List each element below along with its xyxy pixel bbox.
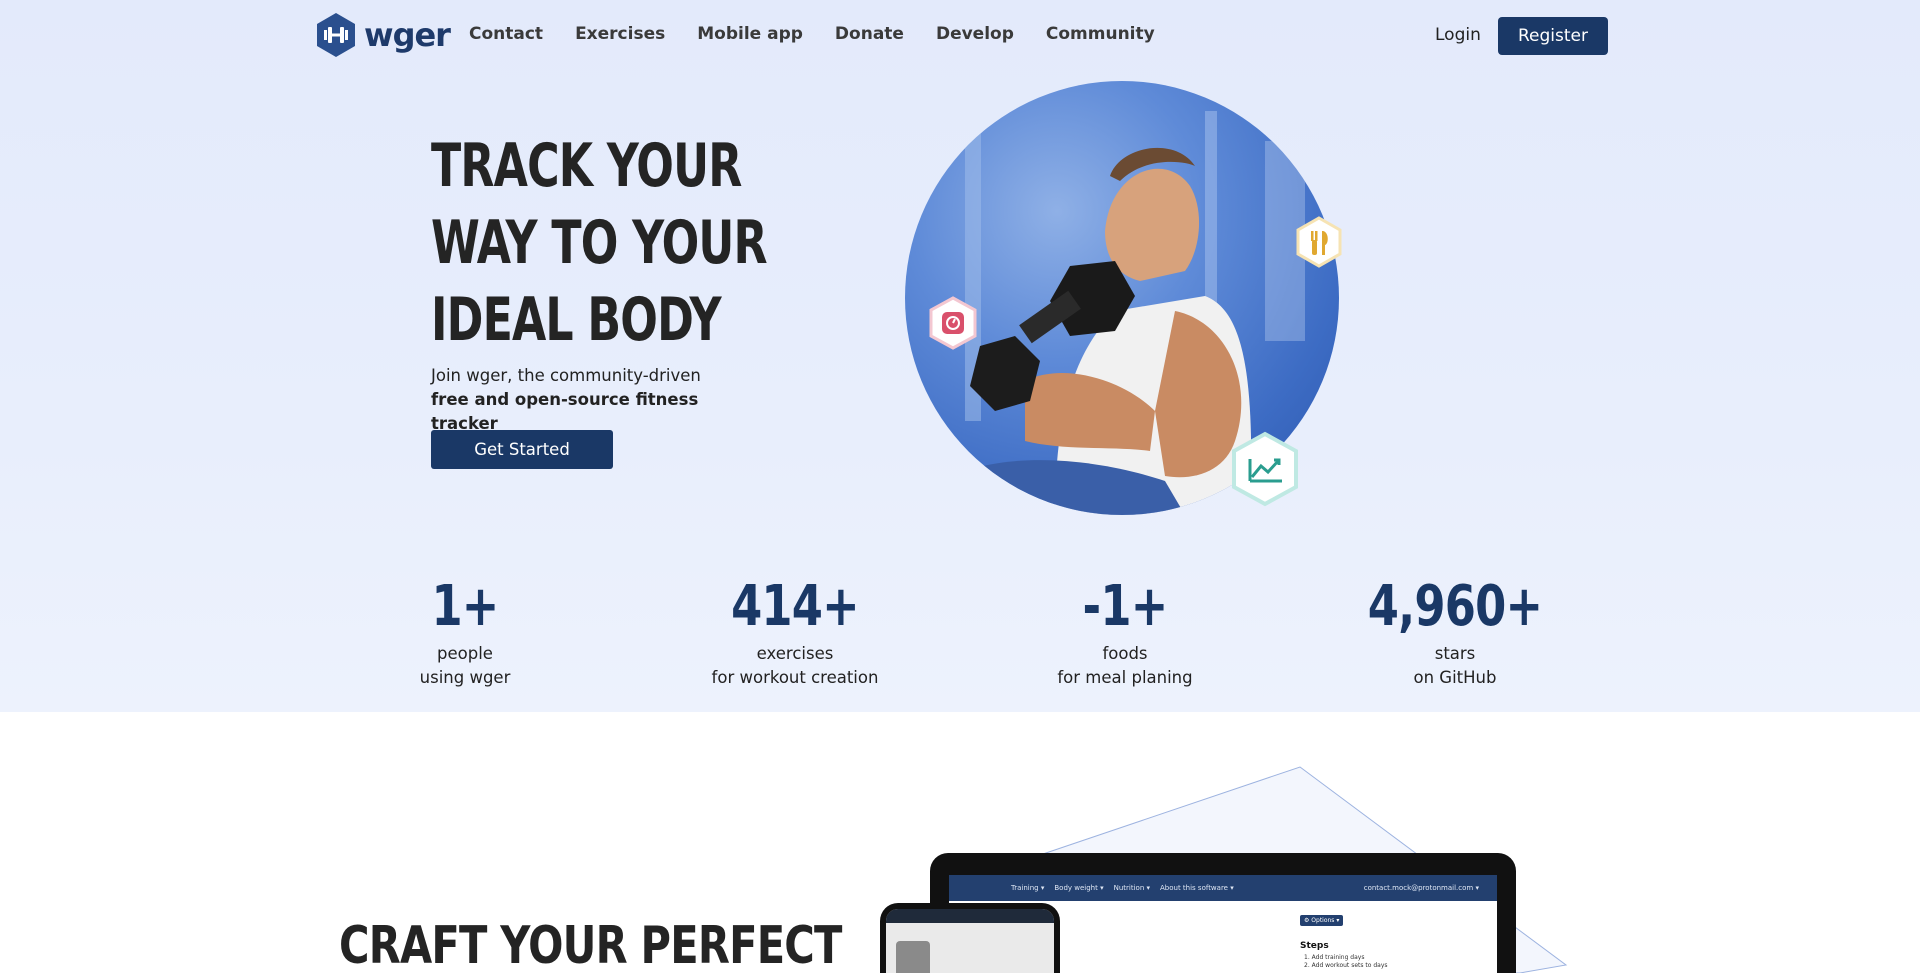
- login-link[interactable]: Login: [1435, 25, 1481, 45]
- preview-menu-nutrition: Nutrition ▾: [1113, 884, 1150, 892]
- hero-image: [905, 81, 1342, 515]
- stat-value: 1+: [431, 574, 499, 639]
- nav-develop[interactable]: Develop: [936, 24, 1014, 44]
- stat-caption: for workout creation: [711, 668, 879, 687]
- phone-screen: [886, 909, 1054, 973]
- nav-donate[interactable]: Donate: [835, 24, 904, 44]
- section-title: Craft your perfect: [339, 916, 842, 973]
- phone-mockup: [880, 903, 1060, 973]
- preview-menu-body-weight: Body weight ▾: [1054, 884, 1104, 892]
- timer-icon: [929, 296, 977, 350]
- nav-exercises[interactable]: Exercises: [575, 24, 665, 44]
- hero-headline-line: way to your: [431, 208, 768, 278]
- hero-headline-line: ideal body: [431, 285, 722, 355]
- preview-user-email: contact.mock@protonmail.com ▾: [1363, 884, 1479, 892]
- brand-name: wger: [364, 16, 451, 54]
- progress-badge: [1230, 431, 1300, 507]
- stat-label: foods: [1102, 644, 1148, 663]
- nav-mobile-app[interactable]: Mobile app: [697, 24, 803, 44]
- stat-people: 1+ people using wger: [335, 572, 595, 690]
- stat-caption: for meal planing: [1057, 668, 1193, 687]
- preview-steps-list: 1. Add training days 2. Add workout sets…: [1304, 954, 1388, 970]
- stat-value: -1+: [1082, 574, 1169, 639]
- preview-steps-title: Steps: [1300, 941, 1329, 951]
- preview-step: 2. Add workout sets to days: [1304, 962, 1388, 969]
- preview-options-button: ⚙ Options ▾: [1300, 915, 1344, 926]
- stat-label: stars: [1434, 644, 1476, 663]
- hero-headline-line: Track your: [431, 131, 742, 201]
- stat-github-stars: 4,960+ stars on GitHub: [1325, 572, 1585, 690]
- hero-subtext-bold: free and open-source fitness tracker: [431, 390, 699, 433]
- app-navbar-preview: Training ▾ Body weight ▾ Nutrition ▾ Abo…: [949, 875, 1497, 901]
- hero-subtext: Join wger, the community-driven free and…: [431, 364, 731, 436]
- timer-badge: [928, 296, 978, 350]
- food-badge: [1295, 216, 1343, 268]
- stat-value: 4,960+: [1367, 574, 1543, 639]
- main-nav: Contact Exercises Mobile app Donate Deve…: [469, 24, 1187, 44]
- stat-value: 414+: [731, 574, 860, 639]
- cutlery-icon: [1296, 216, 1342, 268]
- brand-logo[interactable]: wger: [312, 11, 451, 59]
- top-navbar: wger Contact Exercises Mobile app Donate…: [0, 0, 1920, 72]
- register-button[interactable]: Register: [1498, 17, 1608, 55]
- get-started-button[interactable]: Get Started: [431, 430, 613, 469]
- hero-subtext-plain: Join wger, the community-driven: [431, 366, 701, 385]
- chart-trend-icon: [1232, 431, 1298, 507]
- stat-label: exercises: [756, 644, 834, 663]
- stat-exercises: 414+ exercises for workout creation: [665, 572, 925, 690]
- stat-label: people: [437, 644, 493, 663]
- stat-caption: on GitHub: [1413, 668, 1497, 687]
- nav-community[interactable]: Community: [1046, 24, 1155, 44]
- nav-contact[interactable]: Contact: [469, 24, 543, 44]
- stat-caption: using wger: [419, 668, 511, 687]
- hero-headline: Track your way to your ideal body: [431, 128, 831, 359]
- preview-menu-about: About this software ▾: [1160, 884, 1234, 892]
- preview-step: 1. Add training days: [1304, 954, 1365, 961]
- preview-menu-training: Training ▾: [1011, 884, 1045, 892]
- dumbbell-hex-logo-icon: [317, 13, 355, 57]
- stat-foods: -1+ foods for meal planing: [995, 572, 1255, 690]
